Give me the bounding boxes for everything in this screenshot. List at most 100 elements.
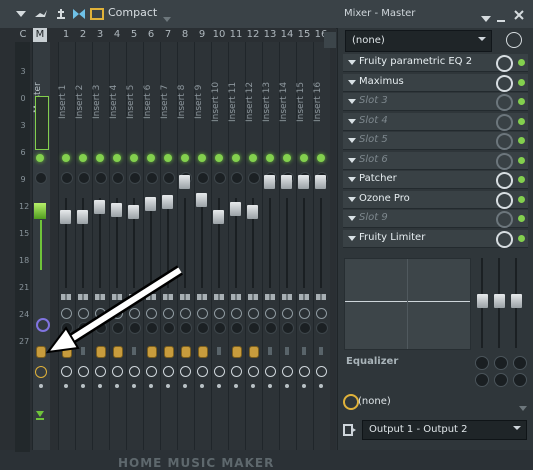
preset-select[interactable]: (none) [345, 30, 492, 52]
insert-fader[interactable] [315, 175, 326, 189]
strip-header-6[interactable]: 6 [143, 28, 159, 42]
output-select[interactable]: Output 1 - Output 2 [362, 420, 527, 440]
insert-clock-icon[interactable] [282, 366, 293, 377]
insert-send-knob[interactable] [129, 172, 141, 184]
strip-header-8[interactable]: 8 [177, 28, 193, 42]
slot-enable-led[interactable] [518, 137, 525, 144]
eq-freq-knob-3[interactable] [513, 356, 527, 370]
insert-route-knob[interactable] [232, 346, 242, 358]
layout-dropdown-icon[interactable] [162, 9, 172, 28]
effect-slot[interactable]: Ozone Pro [343, 190, 528, 209]
insert-route-knob[interactable] [249, 346, 259, 358]
strip-header-7[interactable]: 7 [160, 28, 176, 42]
chevron-down-icon[interactable] [518, 398, 528, 417]
insert-pan-knob[interactable] [282, 308, 293, 319]
master-clock-icon[interactable] [35, 366, 47, 378]
insert-volume-knob[interactable] [282, 322, 294, 334]
insert-send-knob[interactable] [197, 172, 209, 184]
stereo-separation-icon[interactable] [299, 294, 309, 300]
insert-fader[interactable] [298, 175, 309, 189]
chevron-down-icon[interactable] [348, 60, 356, 65]
bird-icon[interactable] [34, 6, 48, 20]
strip-header-2[interactable]: 2 [75, 28, 91, 42]
insert-clock-icon[interactable] [299, 366, 310, 377]
eq-band-fader-2[interactable] [494, 294, 505, 308]
chevron-down-icon[interactable] [348, 79, 356, 85]
effect-slot[interactable]: Slot 3 [343, 93, 528, 111]
minimize-icon[interactable] [496, 8, 506, 27]
eq-bw-knob-1[interactable] [475, 373, 489, 387]
stereo-separation-icon[interactable] [248, 294, 258, 300]
clock-icon[interactable] [506, 32, 522, 48]
effect-slot[interactable]: Fruity parametric EQ 2 [343, 54, 528, 72]
insert-enable-led[interactable] [164, 154, 172, 162]
insert-clock-icon[interactable] [316, 366, 327, 377]
insert-send-knob[interactable] [214, 172, 226, 184]
mix-knob-icon[interactable] [496, 55, 513, 72]
slot-enable-led[interactable] [518, 234, 525, 242]
effect-slot[interactable]: Maximus [343, 73, 528, 92]
close-icon[interactable] [513, 6, 525, 25]
insert-enable-led[interactable] [266, 154, 274, 162]
strip-header-1[interactable]: 1 [58, 28, 74, 42]
insert-clock-icon[interactable] [146, 366, 157, 377]
eq-band-fader-1[interactable] [477, 294, 488, 308]
strip-header-9[interactable]: 9 [194, 28, 210, 42]
insert-clock-icon[interactable] [214, 366, 225, 377]
effect-slot[interactable]: Slot 5 [343, 132, 528, 150]
strip-header-3[interactable]: 3 [92, 28, 108, 42]
slot-enable-led[interactable] [518, 156, 525, 164]
mix-knob-icon[interactable] [496, 172, 513, 189]
insert-enable-led[interactable] [181, 154, 189, 162]
slot-enable-led[interactable] [518, 98, 525, 105]
insert-send-knob[interactable] [112, 172, 124, 184]
strip-header-13[interactable]: 13 [262, 28, 278, 42]
insert-pan-knob[interactable] [214, 308, 225, 319]
menu-arrow-icon[interactable] [14, 6, 28, 20]
insert-pan-knob[interactable] [316, 308, 327, 319]
insert-volume-knob[interactable] [214, 322, 226, 334]
master-fader[interactable] [34, 203, 46, 219]
insert-fader[interactable] [145, 197, 156, 211]
insert-clock-icon[interactable] [129, 366, 140, 377]
effect-slot[interactable]: Fruity Limiter [343, 229, 528, 248]
clock-icon[interactable] [343, 394, 359, 410]
insert-fader[interactable] [247, 205, 258, 219]
insert-pan-knob[interactable] [299, 308, 310, 319]
insert-route-indicator[interactable] [302, 347, 306, 355]
mix-knob-icon[interactable] [496, 113, 513, 131]
chevron-down-icon[interactable] [348, 235, 356, 241]
eq-bw-knob-2[interactable] [494, 373, 508, 387]
insert-fader[interactable] [60, 210, 71, 224]
insert-pan-knob[interactable] [231, 308, 242, 319]
insert-fader[interactable] [230, 202, 241, 216]
insert-clock-icon[interactable] [231, 366, 242, 377]
insert-enable-led[interactable] [300, 154, 308, 162]
insert-fader[interactable] [77, 210, 88, 224]
insert-clock-icon[interactable] [78, 366, 89, 377]
eq-freq-knob-2[interactable] [494, 356, 508, 370]
mix-knob-icon[interactable] [496, 74, 513, 92]
insert-enable-led[interactable] [113, 154, 121, 162]
slot-enable-led[interactable] [518, 59, 525, 66]
effect-slot[interactable]: Patcher [343, 171, 528, 189]
eq-graph[interactable] [344, 258, 471, 350]
insert-fader[interactable] [213, 210, 224, 224]
strip-header-4[interactable]: 4 [109, 28, 125, 42]
chevron-down-icon[interactable] [348, 196, 356, 202]
insert-fader[interactable] [281, 175, 292, 189]
insert-route-indicator[interactable] [217, 347, 221, 355]
insert-enable-led[interactable] [147, 154, 155, 162]
insert-fader[interactable] [179, 175, 190, 189]
insert-enable-led[interactable] [62, 154, 70, 162]
strip-header-current[interactable]: C [16, 28, 30, 42]
effect-slot[interactable]: Slot 9 [343, 210, 528, 228]
time-preset-value[interactable]: (none) [358, 396, 391, 407]
insert-volume-knob[interactable] [299, 322, 311, 334]
insert-clock-icon[interactable] [163, 366, 174, 377]
insert-send-knob[interactable] [248, 172, 260, 184]
mix-knob-icon[interactable] [496, 191, 513, 209]
stereo-separation-icon[interactable] [316, 294, 326, 300]
insert-volume-knob[interactable] [316, 322, 328, 334]
slot-enable-led[interactable] [518, 176, 525, 183]
